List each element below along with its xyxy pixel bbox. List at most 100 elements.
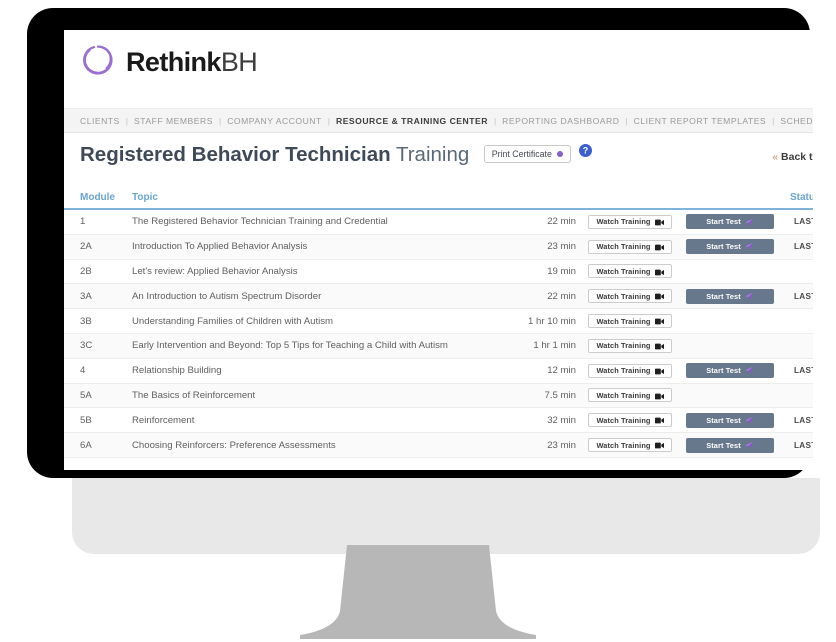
cell-status xyxy=(790,259,813,285)
page-title: Registered Behavior Technician Training xyxy=(80,143,469,167)
print-certificate-label: Print Certificate xyxy=(491,149,552,159)
nav-separator: | xyxy=(625,115,628,126)
start-test-button[interactable]: Start Test xyxy=(686,412,774,428)
watch-training-button[interactable]: Watch Training xyxy=(588,289,672,304)
start-test-label: Start Test xyxy=(706,217,741,227)
cell-module: 2A xyxy=(64,234,132,260)
nav-separator: | xyxy=(493,115,497,126)
watch-training-button[interactable]: Watch Training xyxy=(588,239,672,254)
watch-training-button[interactable]: Watch Training xyxy=(588,338,672,353)
cell-duration: 23 min xyxy=(480,432,588,458)
cell-start-test: Start Test xyxy=(686,407,790,434)
watch-training-button[interactable]: Watch Training xyxy=(588,214,672,229)
video-camera-icon xyxy=(654,391,664,400)
nav-item-resource-and-training-center[interactable]: RESOURCE & TRAINING CENTER xyxy=(336,116,488,126)
brand-logo[interactable]: RethinkBH xyxy=(80,42,258,83)
cell-topic: Understanding Families of Children with … xyxy=(132,308,480,334)
back-to-resource-and-training-link[interactable]: «Back to Resource & Training xyxy=(772,151,813,163)
watch-training-button[interactable]: Watch Training xyxy=(588,363,672,378)
cell-topic: Relationship Building xyxy=(132,358,480,384)
watch-training-button[interactable]: Watch Training xyxy=(588,413,672,428)
table-body: 1 The Registered Behavior Technician Trai… xyxy=(64,209,813,458)
status-badge-label: LAST SCORE xyxy=(794,415,813,425)
nav-item-scheduling[interactable]: SCHEDULING xyxy=(780,116,813,126)
status-badge-label: LAST SCORE xyxy=(794,366,813,376)
watch-training-label: Watch Training xyxy=(596,440,651,450)
table-row: 5A The Basics of Reinforcement 7.5 min Watc… xyxy=(64,383,813,409)
cell-topic: Let's review: Applied Behavior Analysis xyxy=(132,259,480,285)
cell-start-test xyxy=(686,308,790,334)
site-header: RethinkBH Welcome Back, R Help & Support… xyxy=(64,30,813,108)
table-row: 3B Understanding Families of Children wit… xyxy=(64,308,813,334)
cell-duration: 19 min xyxy=(480,259,588,285)
nav-item-staff-members[interactable]: STAFF MEMBERS xyxy=(134,116,213,126)
cell-status: LAST SCOREN/A xyxy=(790,209,813,235)
cell-topic: An Introduction to Autism Spectrum Disor… xyxy=(132,283,480,310)
cell-topic: Early Intervention and Beyond: Top 5 Tip… xyxy=(132,333,480,359)
cell-status xyxy=(790,383,813,409)
page-title-row: Registered Behavior Technician Training … xyxy=(64,133,813,183)
watch-training-button[interactable]: Watch Training xyxy=(588,438,672,453)
brand-wordmark: RethinkBH xyxy=(126,49,258,76)
nav-separator: | xyxy=(772,115,775,126)
start-test-label: Start Test xyxy=(706,242,741,252)
cell-start-test xyxy=(686,259,790,285)
cell-start-test: Start Test xyxy=(686,432,790,458)
page-title-strong: Registered Behavior Technician xyxy=(80,143,391,166)
cell-duration: 32 min xyxy=(480,407,588,434)
back-link-label: Back to Resource & Training xyxy=(781,151,813,163)
start-test-button[interactable]: Start Test xyxy=(686,214,774,230)
monitor-device: RethinkBH Welcome Back, R Help & Support… xyxy=(27,8,820,554)
cell-topic: Introduction To Applied Behavior Analysi… xyxy=(132,234,480,260)
main-navigation: CLIENTS | STAFF MEMBERS | COMPANY ACCOUN… xyxy=(64,108,813,133)
cell-duration: 7.5 min xyxy=(480,383,588,409)
start-test-button[interactable]: Start Test xyxy=(686,363,774,379)
cell-status: LAST SCOREN/A xyxy=(790,358,813,384)
paper-plane-icon xyxy=(745,366,754,376)
watch-training-label: Watch Training xyxy=(596,316,651,326)
print-certificate-button[interactable]: Print Certificate xyxy=(483,145,571,163)
cell-status xyxy=(790,333,813,359)
cell-watch-training: Watch Training xyxy=(588,383,686,409)
cell-duration: 22 min xyxy=(480,209,588,235)
start-test-button[interactable]: Start Test xyxy=(686,288,774,304)
start-test-label: Start Test xyxy=(706,366,741,376)
cell-module: 3B xyxy=(64,308,132,334)
start-test-button[interactable]: Start Test xyxy=(686,239,774,255)
watch-training-label: Watch Training xyxy=(596,366,651,376)
cell-watch-training: Watch Training xyxy=(588,209,686,235)
watch-training-button[interactable]: Watch Training xyxy=(588,388,672,403)
nav-item-company-account[interactable]: COMPANY ACCOUNT xyxy=(227,116,322,126)
watch-training-button[interactable]: Watch Training xyxy=(588,314,672,329)
column-header-time xyxy=(480,189,588,210)
cell-start-test: Start Test xyxy=(686,234,790,260)
cell-watch-training: Watch Training xyxy=(588,308,686,334)
column-header-module: Module xyxy=(64,189,132,210)
start-test-button[interactable]: Start Test xyxy=(686,437,774,453)
nav-item-clients[interactable]: CLIENTS xyxy=(80,116,120,126)
watch-training-button[interactable]: Watch Training xyxy=(588,264,672,279)
cell-start-test xyxy=(686,333,790,359)
cell-status: LAST SCOREN/A xyxy=(790,432,813,458)
cell-duration: 22 min xyxy=(480,283,588,310)
question-mark-help-icon[interactable]: ? xyxy=(579,144,593,162)
nav-separator: | xyxy=(218,115,222,126)
watch-training-label: Watch Training xyxy=(596,390,651,400)
table-row: 2A Introduction To Applied Behavior Analy… xyxy=(64,234,813,260)
video-camera-icon xyxy=(654,441,664,450)
monitor-stand xyxy=(300,545,536,642)
start-test-label: Start Test xyxy=(706,440,741,450)
cell-start-test: Start Test xyxy=(686,283,790,310)
nav-item-reporting-dashboard[interactable]: REPORTING DASHBOARD xyxy=(502,116,619,126)
table-row: 4 Relationship Building 12 min Watch Traini… xyxy=(64,358,813,384)
cell-topic: The Registered Behavior Technician Train… xyxy=(132,209,480,235)
cell-status: LAST SCOREN/A xyxy=(790,407,813,434)
cell-module: 3C xyxy=(64,333,132,359)
nav-item-client-report-templates[interactable]: CLIENT REPORT TEMPLATES xyxy=(634,116,766,126)
watch-training-label: Watch Training xyxy=(596,266,651,276)
status-badge-label: LAST SCORE xyxy=(794,291,813,301)
column-header-watch xyxy=(588,189,686,210)
cell-status xyxy=(790,308,813,334)
column-header-topic: Topic xyxy=(132,189,480,210)
cell-topic: Reinforcement xyxy=(132,407,480,434)
